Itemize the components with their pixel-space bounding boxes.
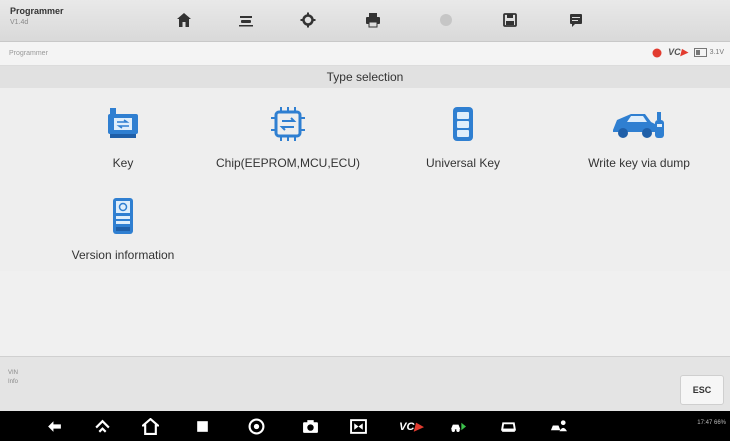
breadcrumb-bar: Programmer VC▶ 3.1V [0, 42, 730, 66]
vehicle-lift-button[interactable] [234, 9, 258, 31]
tile-key[interactable]: Key [32, 88, 214, 179]
connection-status: VC▶ 3.1V [652, 47, 724, 58]
chip-icon [271, 107, 305, 141]
printer-icon [366, 13, 380, 28]
top-toolbar: Programmer V1.4d [0, 0, 730, 42]
system-status: 17:47 66% [697, 420, 726, 426]
screenshot-button[interactable] [298, 416, 322, 436]
empty-content-area [0, 271, 730, 356]
vci-status: VC▶ [668, 47, 688, 57]
vehicle-info: VIN Info [8, 369, 18, 387]
version-info-icon [113, 198, 133, 234]
user-vehicle-button[interactable] [546, 416, 570, 436]
esc-button[interactable]: ESC [680, 375, 724, 405]
home-button[interactable] [172, 9, 196, 31]
battery-status: 3.1V [693, 48, 724, 57]
section-title: Type selection [0, 66, 730, 88]
recent-apps-button[interactable] [190, 416, 214, 436]
help-icon [440, 14, 452, 26]
settings-gear-icon [300, 12, 316, 28]
battery-voltage: 3.1V [709, 49, 724, 56]
vci-label: VC▶ [399, 420, 423, 433]
diag-home-button[interactable] [138, 416, 162, 436]
back-arrow-icon [47, 420, 61, 432]
tile-label: Version information [71, 248, 175, 262]
home-nav-button[interactable] [90, 416, 114, 436]
tile-label: Write key via dump [588, 156, 690, 170]
vehicle-info-line: Info [8, 379, 19, 385]
tile-chip[interactable]: Chip(EEPROM,MCU,ECU) [197, 88, 379, 179]
tile-label: Chip(EEPROM,MCU,ECU) [215, 156, 360, 170]
screen-record-button[interactable] [346, 416, 370, 436]
save-button[interactable] [498, 9, 522, 31]
chrome-button[interactable] [244, 416, 268, 436]
print-button[interactable] [361, 9, 385, 31]
footer-bar: VIN Info ESC [0, 356, 730, 411]
house-icon [141, 417, 159, 435]
camera-icon [302, 419, 318, 433]
chevron-up-icon [94, 419, 110, 433]
back-button[interactable] [42, 416, 66, 436]
tile-label: Key [112, 156, 134, 170]
car-key-icon [613, 112, 664, 138]
car-connect-icon [450, 422, 466, 432]
vehicle-button[interactable] [496, 416, 520, 436]
home-icon [177, 13, 191, 27]
breadcrumb: Programmer [9, 50, 48, 57]
tile-label: Universal Key [425, 156, 501, 170]
app-title: Programmer [10, 6, 64, 16]
vehicle-info-line: VIN [8, 370, 19, 376]
screen-record-icon [349, 418, 367, 434]
tile-write-key-via-dump[interactable]: Write key via dump [548, 88, 730, 179]
app-version: V1.4d [10, 19, 29, 26]
vehicle-connect-button[interactable] [446, 416, 470, 436]
bluetooth-status-icon [652, 48, 662, 57]
save-icon [503, 13, 517, 27]
battery-icon [693, 48, 707, 57]
tile-version-information[interactable]: Version information [32, 180, 214, 271]
car-front-icon [500, 421, 516, 432]
message-icon [570, 14, 582, 27]
settings-button[interactable] [296, 9, 320, 31]
universal-key-icon [453, 107, 473, 141]
vehicle-lift-icon [239, 16, 253, 27]
car-user-icon [550, 419, 567, 431]
remote-key-icon [108, 108, 138, 138]
type-selection-grid: Key Chip(EEPROM,MCU,ECU) Universal Key W… [0, 88, 730, 271]
system-nav-bar: VC▶ 17:47 66% [0, 411, 730, 441]
browser-icon [248, 418, 264, 434]
vci-button[interactable]: VC▶ [396, 416, 426, 436]
tile-universal-key[interactable]: Universal Key [372, 88, 554, 179]
recent-apps-icon [196, 420, 208, 432]
help-button[interactable] [434, 9, 458, 31]
message-button[interactable] [564, 9, 588, 31]
